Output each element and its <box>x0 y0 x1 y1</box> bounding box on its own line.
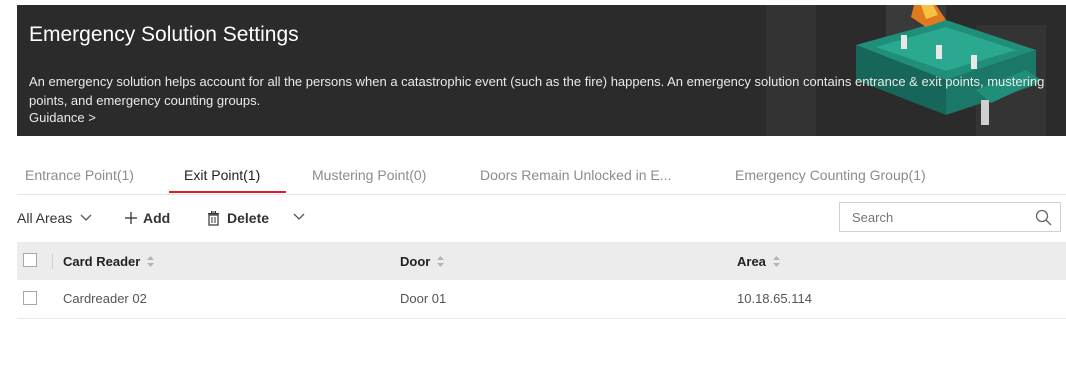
toolbar: All Areas Add Delete <box>17 202 1066 236</box>
sort-icon[interactable] <box>147 256 155 267</box>
area-filter-dropdown[interactable]: All Areas <box>17 210 92 226</box>
delete-label: Delete <box>227 210 270 226</box>
more-actions-dropdown[interactable] <box>293 213 305 221</box>
table-row[interactable]: Cardreader 02 Door 01 10.18.65.114 <box>17 280 1066 319</box>
column-header-door[interactable]: Door <box>400 254 445 269</box>
column-label: Card Reader <box>63 254 141 269</box>
exit-point-table: Card Reader Door Area Cardreader 02 Door… <box>17 242 1066 319</box>
select-all-checkbox[interactable] <box>23 253 37 267</box>
chevron-down-icon <box>80 214 92 221</box>
tab-bar: Entrance Point(1) Exit Point(1) Musterin… <box>17 150 1066 195</box>
search-input[interactable] <box>850 203 1034 231</box>
add-label: Add <box>143 210 171 226</box>
area-filter-label: All Areas <box>17 210 73 226</box>
column-divider <box>52 254 53 269</box>
emergency-banner: Emergency Solution Settings An emergency… <box>17 5 1066 136</box>
column-header-area[interactable]: Area <box>737 254 780 269</box>
column-label: Door <box>400 254 431 269</box>
guidance-link[interactable]: Guidance > <box>29 110 96 125</box>
active-tab-indicator <box>169 191 286 193</box>
emergency-illustration <box>766 5 1046 136</box>
search-icon[interactable] <box>1035 209 1052 226</box>
delete-button[interactable]: Delete <box>207 210 269 226</box>
trash-icon <box>208 210 219 226</box>
page-title: Emergency Solution Settings <box>29 23 299 46</box>
tab-emergency-counting-group[interactable]: Emergency Counting Group(1) <box>735 167 926 183</box>
cell-area: 10.18.65.114 <box>737 291 812 306</box>
column-header-card-reader[interactable]: Card Reader <box>63 254 155 269</box>
add-button[interactable]: Add <box>124 210 170 226</box>
tab-mustering-point[interactable]: Mustering Point(0) <box>312 167 426 183</box>
tab-exit-point[interactable]: Exit Point(1) <box>184 167 260 183</box>
cell-card-reader: Cardreader 02 <box>63 291 147 306</box>
table-header: Card Reader Door Area <box>17 242 1066 280</box>
tab-doors-remain-unlocked[interactable]: Doors Remain Unlocked in E... <box>480 167 671 183</box>
row-checkbox[interactable] <box>23 291 37 305</box>
plus-icon <box>125 212 137 224</box>
sort-icon[interactable] <box>772 256 780 267</box>
sort-icon[interactable] <box>437 256 445 267</box>
search-box <box>839 202 1061 232</box>
tab-entrance-point[interactable]: Entrance Point(1) <box>25 167 134 183</box>
cell-door: Door 01 <box>400 291 447 306</box>
chevron-down-icon <box>293 213 305 220</box>
column-label: Area <box>737 254 766 269</box>
banner-description: An emergency solution helps account for … <box>29 74 1045 108</box>
